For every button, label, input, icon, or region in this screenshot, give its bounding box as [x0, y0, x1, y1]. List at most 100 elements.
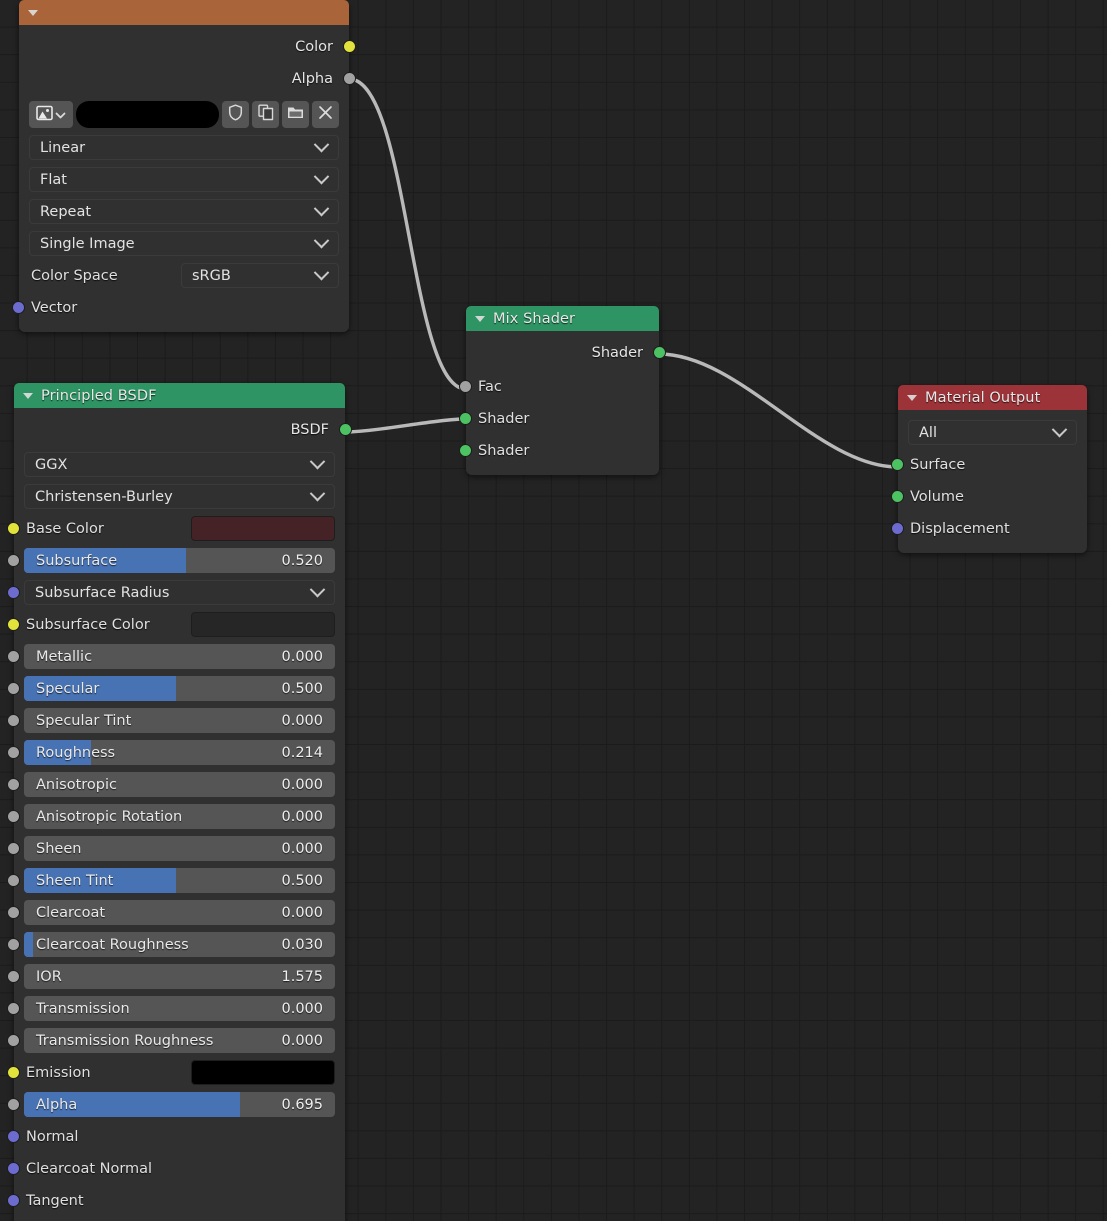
socket-input-clearcoat[interactable] — [7, 906, 20, 919]
slider-metallic[interactable]: Metallic 0.000 — [24, 644, 335, 669]
collapse-triangle-icon[interactable] — [28, 9, 38, 16]
socket-input-subsurface-color[interactable] — [7, 618, 20, 631]
node-header-principled-bsdf[interactable]: Principled BSDF — [14, 383, 345, 408]
socket-input-transmission[interactable] — [7, 1002, 20, 1015]
slider-transmission-roughness[interactable]: Transmission Roughness 0.000 — [24, 1028, 335, 1053]
image-name-field[interactable] — [76, 101, 219, 128]
slider-sheen-tint[interactable]: Sheen Tint 0.500 — [24, 868, 335, 893]
bsdf-property-row: Emission — [7, 1059, 335, 1086]
socket-input-surface[interactable] — [891, 458, 904, 471]
node-image-texture[interactable]: Color Alpha Linear Flat Repeat Single Im… — [12, 0, 356, 332]
socket-input-tangent[interactable] — [7, 1194, 20, 1207]
socket-input-specular[interactable] — [7, 682, 20, 695]
slider-clearcoat-roughness[interactable]: Clearcoat Roughness 0.030 — [24, 932, 335, 957]
dropdown-target[interactable]: All — [908, 420, 1077, 445]
collapse-triangle-icon[interactable] — [907, 394, 917, 401]
socket-input-metallic[interactable] — [7, 650, 20, 663]
slider-specular-tint[interactable]: Specular Tint 0.000 — [24, 708, 335, 733]
unlink-image-button[interactable] — [312, 101, 339, 128]
image-toolbar[interactable] — [29, 101, 339, 128]
slider-value: 0.520 — [281, 552, 323, 569]
socket-input-shader-2[interactable] — [459, 444, 472, 457]
socket-input-roughness[interactable] — [7, 746, 20, 759]
bsdf-property-row: Clearcoat Roughness 0.030 — [7, 931, 335, 958]
node-header-material-output[interactable]: Material Output — [898, 385, 1087, 410]
slider-ior[interactable]: IOR 1.575 — [24, 964, 335, 989]
node-header-mix-shader[interactable]: Mix Shader — [466, 306, 659, 331]
slider-anisotropic-rotation[interactable]: Anisotropic Rotation 0.000 — [24, 804, 335, 829]
color-swatch-base-color[interactable] — [191, 516, 335, 541]
slider-roughness[interactable]: Roughness 0.214 — [24, 740, 335, 765]
slider-value: 0.000 — [281, 776, 323, 793]
socket-input-alpha[interactable] — [7, 1098, 20, 1111]
dropdown-subsurface-method[interactable]: Christensen-Burley — [24, 484, 335, 509]
dropdown-extension[interactable]: Repeat — [29, 199, 339, 224]
node-title-principled-bsdf: Principled BSDF — [41, 387, 157, 404]
socket-input-sheen-tint[interactable] — [7, 874, 20, 887]
collapse-triangle-icon[interactable] — [475, 315, 485, 322]
socket-input-specular-tint[interactable] — [7, 714, 20, 727]
socket-input-ior[interactable] — [7, 970, 20, 983]
input-label-volume: Volume — [910, 488, 964, 505]
slider-label: Specular Tint — [36, 712, 132, 729]
socket-output-alpha[interactable] — [343, 72, 356, 85]
socket-input-emission[interactable] — [7, 1066, 20, 1079]
socket-output-bsdf[interactable] — [339, 423, 352, 436]
dropdown-subsurface-radius[interactable]: Subsurface Radius — [24, 580, 335, 605]
slider-specular[interactable]: Specular 0.500 — [24, 676, 335, 701]
slider-sheen[interactable]: Sheen 0.000 — [24, 836, 335, 861]
socket-input-displacement[interactable] — [891, 522, 904, 535]
principled-bsdf-properties: Base Color Subsurface 0.520 Subsurface Radi… — [7, 515, 345, 1214]
property-label: Clearcoat Normal — [26, 1160, 153, 1177]
input-label-fac: Fac — [478, 378, 502, 395]
image-browse-button[interactable] — [29, 101, 73, 128]
slider-label: Specular — [36, 680, 100, 697]
collapse-triangle-icon[interactable] — [23, 392, 33, 399]
bsdf-property-row: Transmission 0.000 — [7, 995, 335, 1022]
fake-user-button[interactable] — [222, 101, 249, 128]
slider-subsurface[interactable]: Subsurface 0.520 — [24, 548, 335, 573]
socket-input-clearcoat-normal[interactable] — [7, 1162, 20, 1175]
node-header-image-texture[interactable] — [19, 0, 349, 25]
chevron-down-icon — [309, 581, 326, 598]
chevron-down-icon — [313, 168, 330, 185]
socket-output-color[interactable] — [343, 40, 356, 53]
dropdown-source[interactable]: Single Image — [29, 231, 339, 256]
slider-clearcoat[interactable]: Clearcoat 0.000 — [24, 900, 335, 925]
socket-input-clearcoat-roughness[interactable] — [7, 938, 20, 951]
node-material-output[interactable]: Material Output All Surface Volume Displ… — [891, 385, 1087, 553]
dropdown-interpolation[interactable]: Linear — [29, 135, 339, 160]
socket-input-base-color[interactable] — [7, 522, 20, 535]
node-principled-bsdf[interactable]: Principled BSDF BSDF GGX Christensen-Bur… — [7, 383, 352, 1221]
open-image-button[interactable] — [282, 101, 309, 128]
dropdown-distribution[interactable]: GGX — [24, 452, 335, 477]
output-label-bsdf: BSDF — [290, 421, 329, 438]
socket-input-subsurface[interactable] — [7, 554, 20, 567]
socket-input-normal[interactable] — [7, 1130, 20, 1143]
slider-anisotropic[interactable]: Anisotropic 0.000 — [24, 772, 335, 797]
dropdown-value-target: All — [919, 424, 937, 441]
node-mix-shader[interactable]: Mix Shader Shader Fac Shader Shader — [459, 306, 666, 475]
new-image-button[interactable] — [252, 101, 279, 128]
slider-label: Sheen — [36, 840, 82, 857]
dropdown-projection[interactable]: Flat — [29, 167, 339, 192]
socket-input-volume[interactable] — [891, 490, 904, 503]
slider-transmission[interactable]: Transmission 0.000 — [24, 996, 335, 1021]
slider-alpha[interactable]: Alpha 0.695 — [24, 1092, 335, 1117]
property-label: Tangent — [26, 1192, 84, 1209]
socket-input-fac[interactable] — [459, 380, 472, 393]
shader-node-editor-canvas[interactable]: Color Alpha Linear Flat Repeat Single Im… — [0, 0, 1107, 1221]
socket-input-transmission-roughness[interactable] — [7, 1034, 20, 1047]
dropdown-color-space[interactable]: sRGB — [181, 263, 339, 288]
color-swatch-subsurface-color[interactable] — [191, 612, 335, 637]
socket-output-shader[interactable] — [653, 346, 666, 359]
socket-input-subsurface-radius[interactable] — [7, 586, 20, 599]
color-swatch-emission[interactable] — [191, 1060, 335, 1085]
output-row-color: Color — [29, 33, 356, 60]
socket-input-anisotropic-rotation[interactable] — [7, 810, 20, 823]
socket-input-anisotropic[interactable] — [7, 778, 20, 791]
socket-input-sheen[interactable] — [7, 842, 20, 855]
socket-input-shader-1[interactable] — [459, 412, 472, 425]
socket-input-vector[interactable] — [12, 301, 25, 314]
slider-value: 0.000 — [281, 712, 323, 729]
